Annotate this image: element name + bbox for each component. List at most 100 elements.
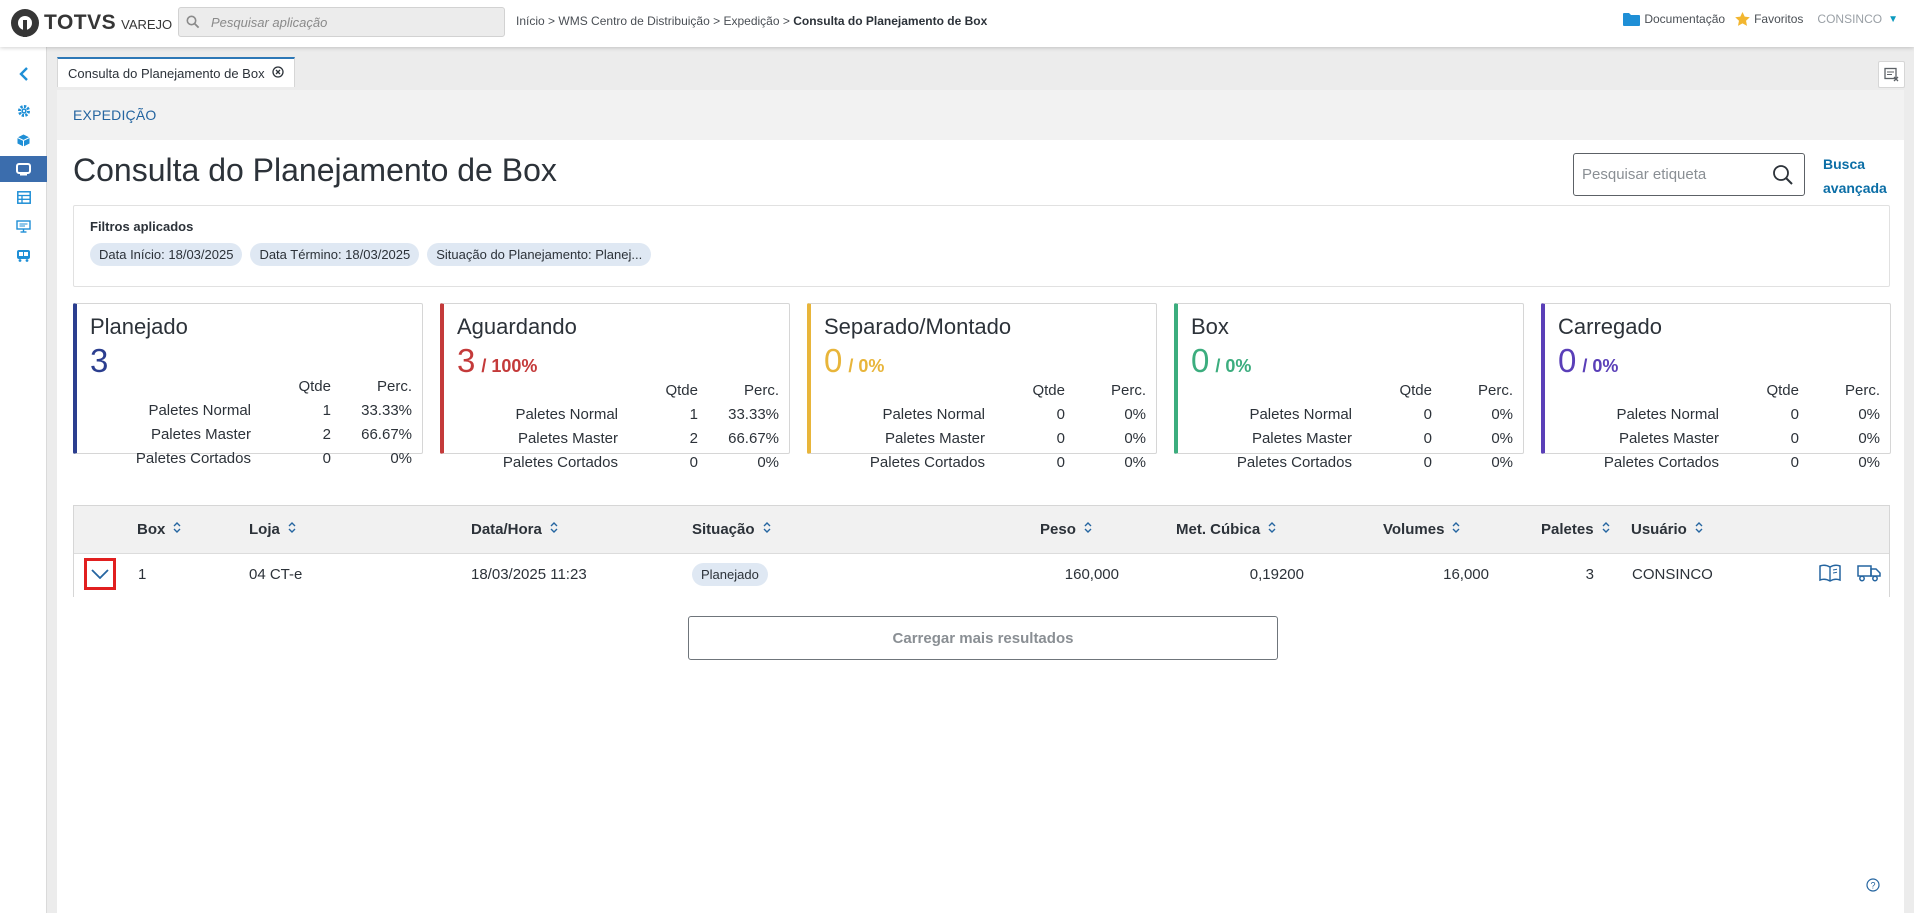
card-percent: / 0%: [1215, 356, 1252, 376]
label-search[interactable]: [1573, 153, 1805, 196]
card-title: Aguardando: [457, 314, 577, 339]
sort-icon[interactable]: [1268, 521, 1276, 538]
advanced-search-link[interactable]: Busca avançada: [1823, 152, 1893, 200]
tab-consulta-planejamento[interactable]: Consulta do Planejamento de Box: [57, 57, 295, 87]
applied-filters: Filtros aplicados Data Início: 18/03/202…: [73, 205, 1890, 287]
sort-icon[interactable]: [173, 521, 181, 538]
card-percent: / 0%: [848, 356, 885, 376]
cell-datahora: 18/03/2025 11:23: [471, 566, 587, 583]
card-aguardando[interactable]: Aguardando 3/ 100% Qtde Perc. Paletes Nor…: [440, 303, 790, 471]
col-header-paletes[interactable]: Paletes: [1541, 521, 1610, 538]
monitor-icon: [16, 162, 31, 175]
card-carregado[interactable]: Carregado 0/ 0% Qtde Perc. Paletes Normal…: [1541, 303, 1891, 471]
sidebar-item-expedicao[interactable]: [0, 156, 47, 182]
docs-label: Documentação: [1644, 12, 1726, 26]
col-header-usuario[interactable]: Usuário: [1631, 521, 1703, 538]
card-planejado[interactable]: Planejado 3 Qtde Perc. Paletes Normal 1 33.…: [73, 303, 423, 467]
sidebar-item-truck[interactable]: [0, 242, 47, 268]
cell-paletes: 3: [1585, 566, 1594, 583]
sort-icon[interactable]: [1602, 521, 1610, 538]
sidebar-item-settings[interactable]: [0, 98, 47, 124]
card-title: Carregado: [1558, 314, 1662, 339]
sort-icon[interactable]: [1084, 521, 1092, 538]
card-percent: / 0%: [1582, 356, 1619, 376]
card-row: Paletes Normal 1 33.33%: [148, 401, 412, 419]
sort-icon[interactable]: [550, 521, 558, 538]
expand-row-button[interactable]: [84, 558, 116, 590]
card-count-value: 0: [824, 342, 843, 379]
filter-chip-data-termino[interactable]: Data Término: 18/03/2025: [250, 243, 420, 266]
card-row: Paletes Cortados 0 0%: [1603, 453, 1880, 471]
sidebar-collapse[interactable]: [0, 61, 47, 87]
filter-chip-situacao[interactable]: Situação do Planejamento: Planej...: [427, 243, 652, 266]
card-row: Paletes Master 0 0%: [1251, 429, 1513, 447]
breadcrumb-sep: >: [713, 14, 721, 28]
sidebar-item-box[interactable]: [0, 127, 47, 153]
totvs-logo[interactable]: TOTVS VAREJO: [11, 9, 172, 37]
card-count: 0/ 0%: [1191, 342, 1251, 380]
col-header-situacao[interactable]: Situação: [692, 521, 771, 538]
breadcrumb-home[interactable]: Início: [516, 14, 545, 28]
col-header-peso[interactable]: Peso: [1040, 521, 1092, 538]
breadcrumb-expedicao[interactable]: Expedição: [723, 14, 779, 28]
col-header-volumes[interactable]: Volumes: [1383, 521, 1460, 538]
card-title: Separado/Montado: [824, 314, 1012, 339]
totvs-logo-mark: [11, 9, 39, 37]
cell-peso: 160,000: [1064, 566, 1119, 583]
gear-icon: [17, 105, 30, 117]
col-header-datahora[interactable]: Data/Hora: [471, 521, 558, 538]
favorites-link[interactable]: Favoritos: [1735, 12, 1803, 26]
cell-box: 1: [138, 566, 147, 583]
star-icon: [1735, 12, 1750, 26]
card-row: Paletes Cortados 0 0%: [1236, 453, 1513, 471]
card-count-value: 0: [1191, 342, 1210, 379]
box-grid: Box Loja Data/Hora Situação Peso Met. Cú…: [73, 505, 1890, 597]
help-icon[interactable]: ?: [1866, 878, 1880, 897]
sort-icon[interactable]: [763, 521, 771, 538]
card-table: Qtde Perc. Paletes Normal 0 0% Paletes Mast…: [1519, 378, 1880, 474]
app-search[interactable]: [178, 7, 505, 37]
box-icon: [17, 134, 30, 146]
breadcrumb-wms[interactable]: WMS Centro de Distribuição: [558, 14, 709, 28]
sidebar-item-presentation[interactable]: [0, 213, 47, 239]
user-menu[interactable]: CONSINCO ▼: [1817, 12, 1898, 26]
cell-met-cubica: 0,19200: [1249, 566, 1304, 583]
card-row: Paletes Master 2 66.67%: [517, 429, 779, 447]
card-table: Qtde Perc. Paletes Normal 1 33.33% Paletes …: [51, 374, 412, 470]
card-row: Paletes Normal 0 0%: [882, 405, 1146, 423]
card-count: 0/ 0%: [1558, 342, 1618, 380]
card-percent: / 100%: [481, 356, 538, 376]
app-search-input[interactable]: [179, 8, 504, 36]
card-title: Box: [1191, 314, 1229, 339]
label-search-input[interactable]: [1574, 154, 1804, 195]
section-band: [57, 90, 1904, 140]
filter-chip-data-inicio[interactable]: Data Início: 18/03/2025: [90, 243, 243, 266]
table-row[interactable]: 1 04 CT-e 18/03/2025 11:23 Planejado 160…: [74, 554, 1889, 597]
grid-header: Box Loja Data/Hora Situação Peso Met. Cú…: [74, 506, 1889, 554]
card-row: Paletes Master 0 0%: [884, 429, 1146, 447]
page-title: Consulta do Planejamento de Box: [73, 152, 557, 188]
sidebar-item-table[interactable]: [0, 184, 47, 210]
col-header-loja[interactable]: Loja: [249, 521, 296, 538]
card-row: Paletes Master 2 66.67%: [150, 425, 412, 443]
col-header-box[interactable]: Box: [137, 521, 181, 538]
page-content: EXPEDIÇÃO Consulta do Planejamento de Bo…: [57, 90, 1904, 913]
tabs-bar: Consulta do Planejamento de Box: [47, 47, 1914, 90]
sort-icon[interactable]: [1452, 521, 1460, 538]
breadcrumb: Início > WMS Centro de Distribuição > Ex…: [516, 14, 987, 28]
sort-icon[interactable]: [288, 521, 296, 538]
brand-sub: VAREJO: [121, 17, 173, 32]
card-box[interactable]: Box 0/ 0% Qtde Perc. Paletes Normal 0 0% Pa…: [1174, 303, 1524, 471]
close-all-tabs-button[interactable]: [1878, 61, 1905, 88]
card-row: Paletes Master 0 0%: [1618, 429, 1880, 447]
card-separado-montado[interactable]: Separado/Montado 0/ 0% Qtde Perc. Paletes…: [807, 303, 1157, 471]
col-header-met-cubica[interactable]: Met. Cúbica: [1176, 521, 1276, 538]
book-open-icon[interactable]: [1819, 564, 1841, 587]
load-more-button[interactable]: Carregar mais resultados: [688, 616, 1278, 660]
search-icon[interactable]: [1772, 164, 1794, 191]
close-tab-icon[interactable]: [271, 65, 284, 81]
truck-icon[interactable]: [1857, 564, 1881, 587]
sort-icon[interactable]: [1695, 521, 1703, 538]
docs-link[interactable]: Documentação: [1623, 12, 1725, 26]
card-count: 3/ 100%: [457, 342, 537, 380]
